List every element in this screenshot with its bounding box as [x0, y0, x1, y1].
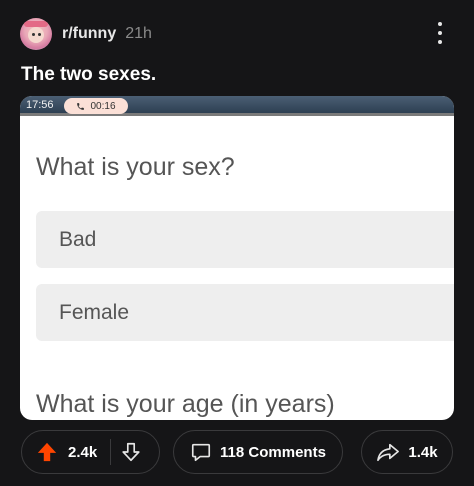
subreddit-avatar[interactable] — [20, 18, 52, 50]
question-age: What is your age (in years) — [36, 390, 335, 418]
post-age: 21h — [125, 25, 152, 42]
downvote-icon[interactable] — [120, 441, 142, 463]
share-button[interactable]: 1.4k — [361, 430, 453, 474]
phone-icon — [77, 102, 85, 110]
option-bad: Bad — [36, 211, 454, 268]
post-title[interactable]: The two sexes. — [21, 64, 156, 86]
post-action-bar: 2.4k 118 Comments 1.4k — [21, 430, 453, 474]
comments-button[interactable]: 118 Comments — [173, 430, 343, 474]
comments-label: 118 Comments — [220, 443, 326, 461]
option-female: Female — [36, 284, 454, 341]
vote-divider — [110, 439, 112, 465]
subreddit-name[interactable]: r/funny — [62, 25, 116, 43]
post-card: r/funny 21h The two sexes. 17:56 00:16 W… — [0, 0, 474, 486]
vote-control: 2.4k — [21, 430, 160, 474]
status-time: 17:56 — [26, 99, 54, 111]
phone-status-bar: 17:56 00:16 — [20, 96, 454, 116]
share-icon — [377, 443, 400, 462]
question-sex: What is your sex? — [36, 153, 235, 181]
post-header: r/funny 21h — [20, 16, 454, 52]
comment-icon — [191, 443, 211, 462]
post-image[interactable]: 17:56 00:16 What is your sex? Bad Female… — [20, 96, 454, 420]
more-options-icon[interactable] — [432, 20, 448, 46]
share-count: 1.4k — [408, 443, 438, 461]
upvote-icon[interactable] — [36, 441, 58, 463]
call-indicator: 00:16 — [64, 98, 128, 114]
call-duration: 00:16 — [90, 100, 116, 112]
upvote-count: 2.4k — [68, 443, 98, 461]
